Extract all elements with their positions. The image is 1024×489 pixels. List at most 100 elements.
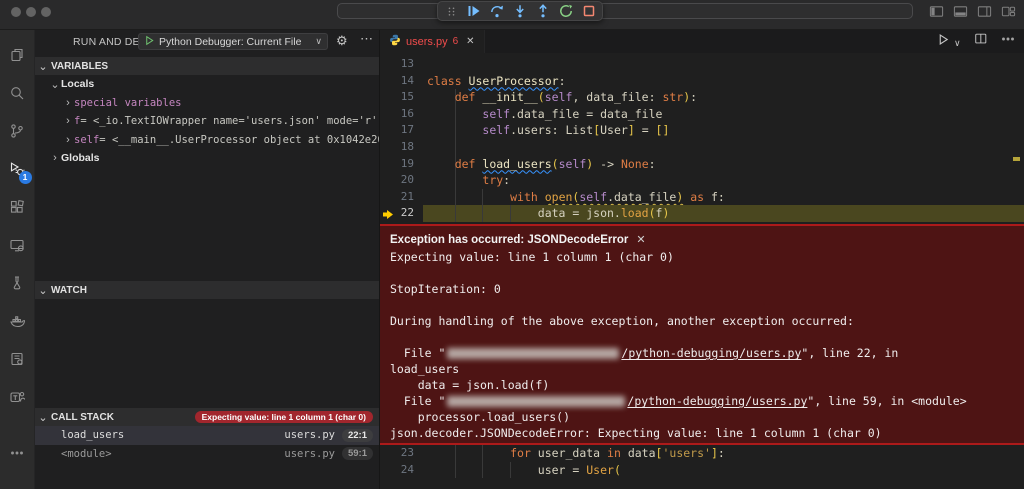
- variable-row[interactable]: ⌄Locals: [35, 75, 379, 94]
- step-out-icon[interactable]: [536, 4, 550, 18]
- layout-customize-icon[interactable]: [1001, 4, 1016, 19]
- activity-source-control-icon[interactable]: [0, 112, 35, 150]
- variable-row[interactable]: ›special variables: [35, 94, 379, 113]
- variable-row[interactable]: ›f = <_io.TextIOWrapper name='users.json…: [35, 112, 379, 131]
- variables-section-header[interactable]: ⌄ VARIABLES: [35, 57, 379, 75]
- activity-teams-icon[interactable]: [0, 378, 35, 416]
- activity-docker-icon[interactable]: [0, 302, 35, 340]
- frame-name: load_users: [61, 429, 284, 441]
- chevron-right-icon: ›: [62, 97, 74, 109]
- chevron-right-icon: ›: [62, 115, 74, 127]
- step-over-icon[interactable]: [490, 4, 504, 18]
- code-line[interactable]: 16 self.data_file = data_file: [380, 106, 1024, 123]
- close-icon[interactable]: ✕: [636, 234, 645, 246]
- line-number: 18: [380, 139, 414, 156]
- exception-line: File "/python-debugging/users.py", line …: [390, 345, 1024, 361]
- split-editor-icon[interactable]: [974, 32, 988, 51]
- activity-remote-explorer-icon[interactable]: [0, 226, 35, 264]
- code-line[interactable]: 15 def __init__(self, data_file: str):: [380, 89, 1024, 106]
- callstack-exception-badge: Expecting value: line 1 column 1 (char 0…: [195, 411, 373, 423]
- activity-testing-icon[interactable]: [0, 264, 35, 302]
- activity-notebook-icon[interactable]: [0, 340, 35, 378]
- callstack-label: CALL STACK: [51, 412, 114, 423]
- layout-sidebar-left-icon[interactable]: [929, 4, 944, 19]
- variable-text: self: [74, 134, 99, 146]
- traffic-minimize-button[interactable]: [26, 7, 36, 17]
- activity-search-icon[interactable]: [0, 74, 35, 112]
- restart-icon[interactable]: [559, 4, 573, 18]
- tab-label: users.py: [406, 36, 448, 48]
- file-link[interactable]: /python-debugging/users.py: [627, 394, 807, 408]
- more-actions-icon[interactable]: ⋯: [360, 31, 373, 47]
- frame-position-badge: 59:1: [342, 447, 373, 460]
- activity-extensions-icon[interactable]: [0, 188, 35, 226]
- gear-icon[interactable]: ⚙: [336, 33, 348, 49]
- line-text: self.users: List[User] = []: [427, 122, 669, 139]
- layout-sidebar-right-icon[interactable]: [977, 4, 992, 19]
- frame-position-badge: 22:1: [342, 429, 373, 442]
- tab-users-py[interactable]: users.py 6 ✕: [380, 30, 485, 53]
- exception-line: Expecting value: line 1 column 1 (char 0…: [390, 249, 1024, 265]
- code-line[interactable]: 17 self.users: List[User] = []: [380, 122, 1024, 139]
- callstack-frame[interactable]: load_usersusers.py22:1: [35, 426, 379, 445]
- code-line[interactable]: 20 try:: [380, 172, 1024, 189]
- traffic-close-button[interactable]: [11, 7, 21, 17]
- layout-panel-icon[interactable]: [953, 4, 968, 19]
- file-link[interactable]: /python-debugging/users.py: [621, 346, 801, 360]
- stop-icon[interactable]: [582, 4, 596, 18]
- code-line[interactable]: 23 for user_data in data['users']:: [380, 445, 1024, 462]
- line-number: 24: [380, 462, 414, 479]
- variables-label: VARIABLES: [51, 61, 108, 72]
- indent-guide: [455, 139, 456, 156]
- exception-line: [390, 297, 1024, 313]
- exception-line: File "/python-debugging/users.py", line …: [390, 393, 1024, 409]
- debug-config-label: Python Debugger: Current File: [159, 36, 311, 48]
- chevron-down-icon: ⌄: [35, 284, 51, 297]
- variable-row[interactable]: ›Globals: [35, 149, 379, 168]
- chevron-right-icon: ›: [62, 134, 74, 146]
- run-icon[interactable]: [937, 33, 950, 51]
- code-line[interactable]: 22 data = json.load(f): [380, 205, 1024, 222]
- debug-toolbar: [437, 1, 603, 21]
- frame-file: users.py: [284, 448, 335, 460]
- debug-config-dropdown[interactable]: Python Debugger: Current File ∨: [138, 33, 328, 50]
- step-into-icon[interactable]: [513, 4, 527, 18]
- more-icon[interactable]: [1000, 31, 1016, 52]
- activity-debug-icon[interactable]: 1: [0, 150, 35, 188]
- code-line[interactable]: 19 def load_users(self) -> None:: [380, 156, 1024, 173]
- code-line[interactable]: 24 user = User(: [380, 462, 1024, 479]
- variable-row[interactable]: ›self = <__main__.UserProcessor object a…: [35, 131, 379, 150]
- command-center[interactable]: [337, 3, 913, 19]
- exception-title: Exception has occurred: JSONDecodeError: [390, 234, 628, 246]
- code-line[interactable]: 18: [380, 139, 1024, 156]
- line-text: data = json.load(f): [427, 205, 669, 222]
- run-and-debug-sidebar: RUN AND DEBUG Python Debugger: Current F…: [35, 30, 380, 489]
- gripper-icon: [444, 4, 458, 18]
- code-area[interactable]: 1314class UserProcessor:15 def __init__(…: [380, 53, 1024, 489]
- start-debug-icon[interactable]: [144, 33, 155, 51]
- activity-bar: 1: [0, 30, 35, 489]
- line-number: 13: [380, 56, 414, 73]
- exception-line: json.decoder.JSONDecodeError: Expecting …: [390, 425, 1024, 441]
- redacted-path: [447, 348, 619, 359]
- traffic-maximize-button[interactable]: [41, 7, 51, 17]
- code-line[interactable]: 14class UserProcessor:: [380, 73, 1024, 90]
- callstack-section-header[interactable]: ⌄ CALL STACK Expecting value: line 1 col…: [35, 408, 379, 426]
- variable-text: special variables: [74, 97, 181, 109]
- code-line[interactable]: 13: [380, 56, 1024, 73]
- close-icon[interactable]: ✕: [466, 36, 474, 47]
- code-line[interactable]: 21 with open(self.data_file) as f:: [380, 189, 1024, 206]
- overview-ruler-mark: [1013, 157, 1020, 161]
- line-number: 14: [380, 73, 414, 90]
- line-text: def load_users(self) -> None:: [427, 156, 656, 173]
- frame-name: <module>: [61, 448, 284, 460]
- watch-section-header[interactable]: ⌄ WATCH: [35, 281, 379, 299]
- activity-more-icon[interactable]: [0, 434, 35, 472]
- continue-icon[interactable]: [467, 4, 481, 18]
- editor-actions: ∨: [937, 30, 1016, 53]
- callstack-frames: load_usersusers.py22:1 <module>users.py 59…: [35, 426, 379, 463]
- callstack-frame[interactable]: <module>users.py 59:1: [35, 445, 379, 464]
- activity-files-icon[interactable]: [0, 36, 35, 74]
- line-text: self.data_file = data_file: [427, 106, 662, 123]
- exception-line: load_users: [390, 361, 1024, 377]
